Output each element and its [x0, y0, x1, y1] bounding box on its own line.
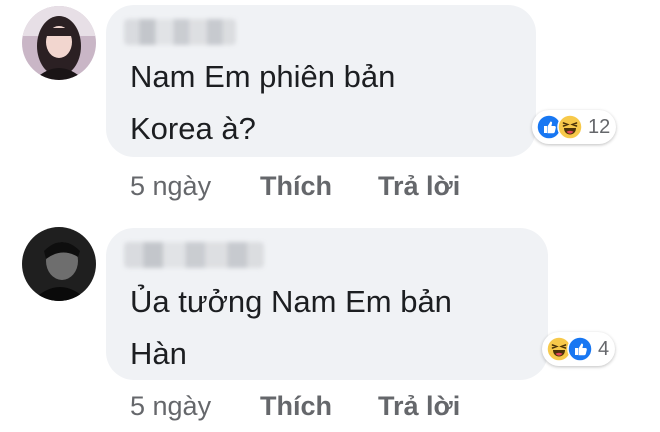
- reaction-count: 4: [598, 337, 610, 360]
- timestamp-link[interactable]: 5 ngày: [130, 391, 211, 422]
- commenter-avatar[interactable]: [22, 227, 96, 301]
- reaction-summary[interactable]: 4: [542, 332, 616, 366]
- comment-bubble: Ủa tưởng Nam Em bản Hàn: [106, 228, 548, 380]
- comment-2: Ủa tưởng Nam Em bản Hàn 4 5 ngày Thích T…: [0, 0, 660, 432]
- like-button[interactable]: Thích: [260, 391, 332, 422]
- reply-button[interactable]: Trả lời: [378, 391, 460, 422]
- like-icon: [567, 336, 593, 362]
- author-name-blurred[interactable]: [124, 242, 264, 268]
- comment-text: Ủa tưởng Nam Em bản Hàn: [130, 284, 452, 371]
- avatar-photo-man: [22, 227, 96, 301]
